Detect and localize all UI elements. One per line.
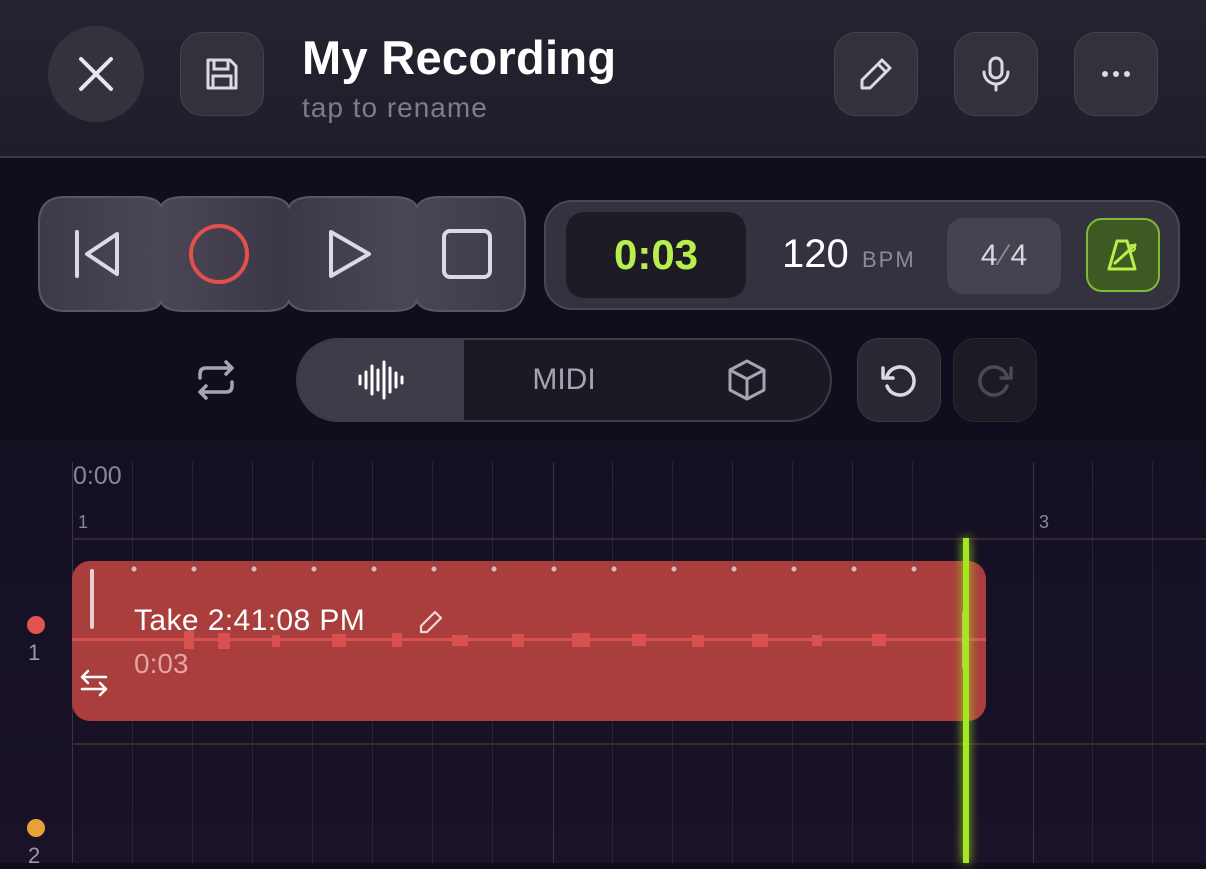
record-button[interactable]: [159, 195, 279, 313]
more-icon: [1102, 71, 1130, 77]
grid-line: [1152, 462, 1153, 863]
play-icon: [329, 230, 371, 278]
more-button[interactable]: [1074, 32, 1158, 116]
bpm-label: BPM: [862, 247, 916, 272]
close-icon: [79, 57, 113, 91]
save-button[interactable]: [180, 32, 264, 116]
pencil-icon: [419, 610, 443, 634]
track-separator: [72, 538, 1206, 540]
ruler-bar-1: 1: [78, 512, 89, 532]
clip-waveform: [72, 566, 986, 669]
time-signature-bottom: 4: [1010, 239, 1028, 272]
rename-hint[interactable]: tap to rename: [302, 92, 488, 124]
time-signature-divider: ⁄: [1001, 239, 1007, 272]
microphone-button[interactable]: [954, 32, 1038, 116]
undo-icon: [881, 365, 916, 397]
play-button[interactable]: [287, 195, 407, 313]
audio-mode-tab[interactable]: [298, 340, 464, 420]
time-panel: 0:03 120 BPM 4 ⁄ 4: [544, 200, 1180, 310]
skip-to-start-button[interactable]: [37, 195, 157, 313]
clip-swap-button[interactable]: [78, 668, 110, 703]
record-icon: [189, 224, 249, 284]
clip-duration: 0:03: [134, 648, 189, 679]
top-bar: My Recording tap to rename: [0, 0, 1206, 158]
edit-button[interactable]: [834, 32, 918, 116]
track-1-number: 1: [28, 640, 41, 665]
position-display[interactable]: 0:03: [566, 212, 746, 298]
page-title[interactable]: My Recording: [302, 30, 616, 85]
midi-mode-tab[interactable]: MIDI: [464, 340, 664, 420]
metronome-button[interactable]: [1086, 218, 1160, 292]
cube-icon: [728, 359, 766, 401]
ruler-time-label: 0:00: [73, 462, 122, 490]
swap-arrows-icon: [80, 669, 108, 697]
microphone-icon: [982, 56, 1010, 92]
waveform-icon: [358, 360, 404, 400]
skip-back-icon: [75, 230, 119, 278]
undo-button[interactable]: [857, 338, 941, 422]
redo-button[interactable]: [953, 338, 1037, 422]
track-2-number: 2: [28, 843, 41, 868]
transport-controls: [37, 195, 527, 313]
track-separator: [72, 743, 1206, 745]
metronome-icon: [1107, 239, 1137, 271]
bpm-value[interactable]: 120: [782, 232, 849, 277]
stop-icon: [442, 229, 492, 279]
clip-rename-button[interactable]: [417, 608, 445, 641]
grid-line: [1092, 462, 1093, 863]
track-1-color-dot[interactable]: [27, 616, 45, 634]
3d-mode-tab[interactable]: [664, 340, 830, 420]
close-button[interactable]: [48, 26, 144, 122]
grid-line: [1033, 462, 1034, 863]
mode-selector: MIDI: [296, 338, 832, 422]
loop-button[interactable]: [188, 352, 244, 408]
time-signature-top: 4: [980, 239, 998, 272]
clip-title[interactable]: Take 2:41:08 PM: [134, 604, 365, 638]
stop-button[interactable]: [407, 195, 527, 313]
audio-clip[interactable]: [72, 561, 986, 721]
time-signature[interactable]: 4 ⁄ 4: [947, 218, 1061, 294]
pencil-icon: [860, 58, 892, 90]
redo-icon: [978, 365, 1013, 397]
playhead[interactable]: [963, 538, 969, 863]
ruler-bar-3: 3: [1039, 512, 1050, 532]
track-2-color-dot[interactable]: [27, 819, 45, 837]
save-icon: [206, 58, 238, 90]
loop-icon: [198, 360, 234, 400]
